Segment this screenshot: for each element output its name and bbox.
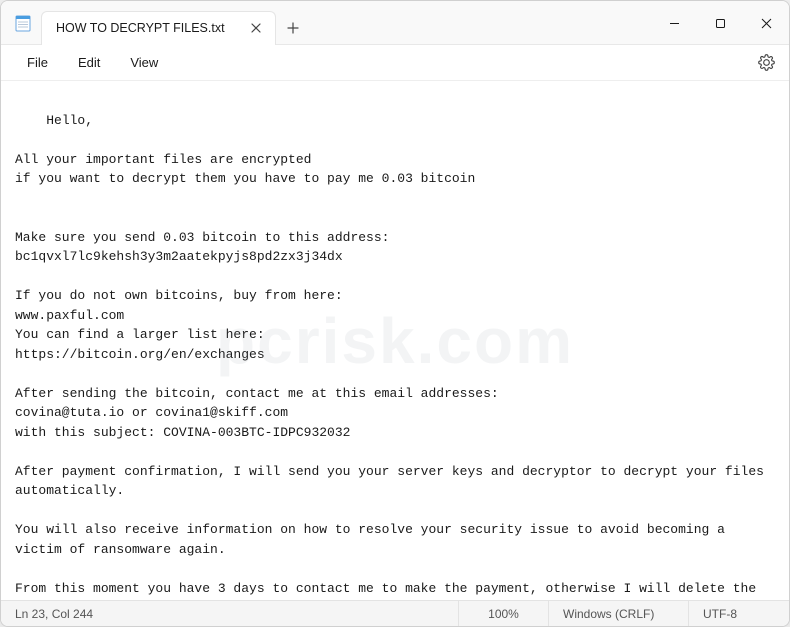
zoom-text: 100%: [488, 607, 519, 621]
encoding-text: UTF-8: [703, 607, 737, 621]
settings-button[interactable]: [751, 48, 781, 78]
titlebar: HOW TO DECRYPT FILES.txt: [1, 1, 789, 45]
statusbar: Ln 23, Col 244 100% Windows (CRLF) UTF-8: [1, 600, 789, 626]
tab-title: HOW TO DECRYPT FILES.txt: [56, 21, 225, 35]
menu-edit[interactable]: Edit: [66, 50, 112, 75]
menubar: File Edit View: [1, 45, 789, 81]
text-editor-area[interactable]: pcrisk.comHello, All your important file…: [1, 81, 789, 600]
new-tab-button[interactable]: [276, 22, 310, 34]
watermark-text: pcrisk.com: [216, 293, 574, 389]
gear-icon: [758, 54, 775, 71]
line-ending-text: Windows (CRLF): [563, 607, 654, 621]
cursor-pos-text: Ln 23, Col 244: [15, 607, 93, 621]
titlebar-left: HOW TO DECRYPT FILES.txt: [1, 1, 310, 44]
close-tab-icon[interactable]: [247, 19, 265, 37]
minimize-button[interactable]: [651, 1, 697, 45]
status-line-ending[interactable]: Windows (CRLF): [549, 601, 689, 626]
maximize-button[interactable]: [697, 1, 743, 45]
status-encoding[interactable]: UTF-8: [689, 601, 789, 626]
notepad-window: HOW TO DECRYPT FILES.txt File Edit Vie: [0, 0, 790, 627]
menu-file[interactable]: File: [15, 50, 60, 75]
notepad-app-icon: [15, 13, 31, 33]
status-zoom[interactable]: 100%: [459, 601, 549, 626]
window-controls: [651, 1, 789, 44]
status-cursor-position[interactable]: Ln 23, Col 244: [1, 601, 459, 626]
menu-view[interactable]: View: [118, 50, 170, 75]
document-text: Hello, All your important files are encr…: [15, 113, 772, 601]
close-window-button[interactable]: [743, 1, 789, 45]
file-tab[interactable]: HOW TO DECRYPT FILES.txt: [41, 11, 276, 45]
